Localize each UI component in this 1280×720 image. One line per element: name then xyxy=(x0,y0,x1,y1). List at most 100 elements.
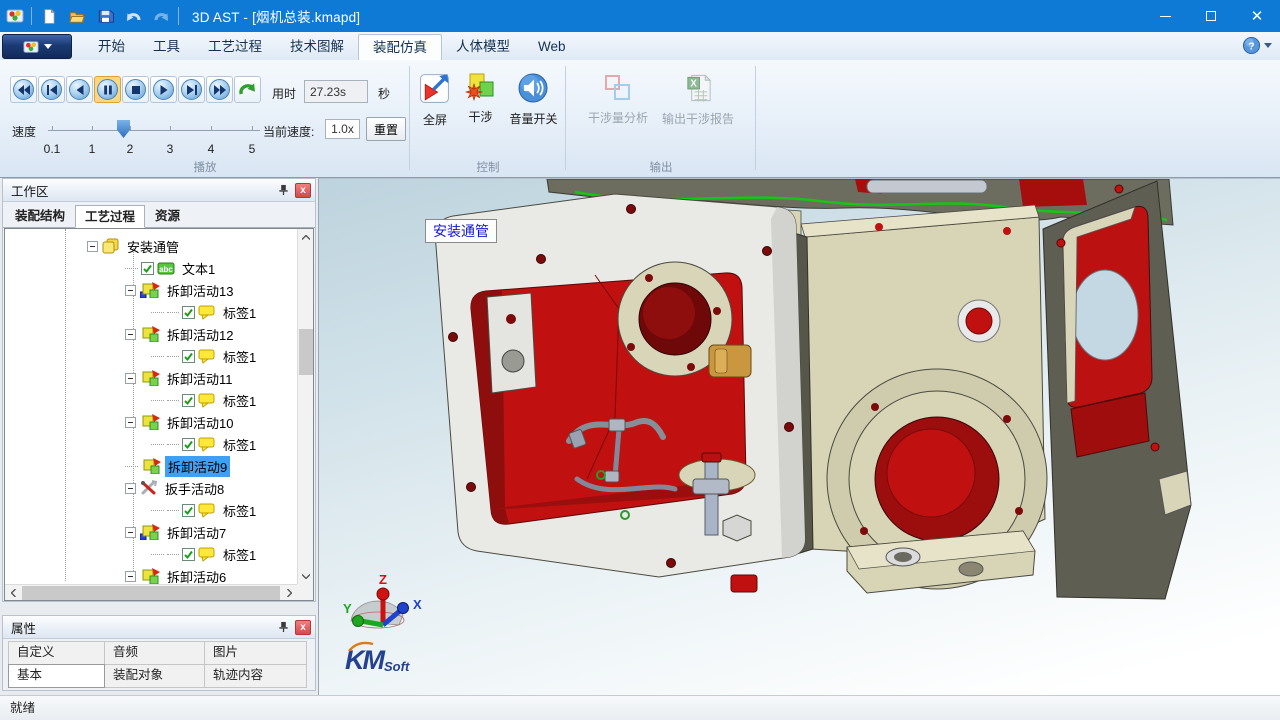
tree-expander[interactable] xyxy=(125,373,136,384)
ribbon-tab-2[interactable]: 工具 xyxy=(139,34,194,60)
help-button[interactable]: ? xyxy=(1242,36,1272,55)
checkbox[interactable] xyxy=(182,306,195,319)
tree-item-label[interactable]: 标签1 xyxy=(220,544,259,565)
properties-tab-2[interactable]: 音频 xyxy=(104,641,205,665)
redo-button[interactable] xyxy=(149,4,173,28)
tree-item-label[interactable]: 标签1 xyxy=(220,500,259,521)
reset-button[interactable]: 重置 xyxy=(366,117,406,141)
replay-button[interactable] xyxy=(234,76,261,103)
pin-button[interactable] xyxy=(274,619,292,636)
scroll-left-arrow[interactable] xyxy=(5,585,21,601)
tree-item[interactable]: 标签1 xyxy=(5,433,296,455)
scroll-right-arrow[interactable] xyxy=(281,585,297,601)
close-panel-button[interactable]: x xyxy=(295,620,311,635)
ribbon-tab-6[interactable]: 人体模型 xyxy=(442,34,524,60)
tree-item[interactable]: 标签1 xyxy=(5,301,296,323)
tree-item[interactable]: 安装通管 xyxy=(5,235,296,257)
ribbon-tab-5[interactable]: 装配仿真 xyxy=(358,34,442,60)
properties-tab-3[interactable]: 图片 xyxy=(204,641,307,665)
report-button[interactable]: X输出干涉报告 xyxy=(659,70,737,129)
tree-item-label[interactable]: 拆卸活动12 xyxy=(164,324,236,345)
checkbox[interactable] xyxy=(182,548,195,561)
tree-expander[interactable] xyxy=(125,483,136,494)
scrollbar-thumb[interactable] xyxy=(22,586,280,600)
checkbox[interactable] xyxy=(182,504,195,517)
checkbox[interactable] xyxy=(182,350,195,363)
tree-item-label[interactable]: 标签1 xyxy=(220,302,259,323)
ribbon-tab-3[interactable]: 工艺过程 xyxy=(194,34,276,60)
step-back-button[interactable] xyxy=(38,76,65,103)
pin-button[interactable] xyxy=(274,182,292,199)
undo-button[interactable] xyxy=(121,4,145,28)
tree-expander[interactable] xyxy=(87,241,98,252)
tree-item[interactable]: 拆卸活动7 xyxy=(5,521,296,543)
save-button[interactable] xyxy=(93,4,117,28)
vertical-scrollbar[interactable] xyxy=(297,229,313,584)
tree-item-label[interactable]: 安装通管 xyxy=(124,236,182,257)
play-backward-button[interactable] xyxy=(66,76,93,103)
checkbox[interactable] xyxy=(141,262,154,275)
current-speed-field[interactable]: 1.0x xyxy=(325,119,360,139)
workspace-tab-2[interactable]: 工艺过程 xyxy=(75,205,145,228)
scroll-up-arrow[interactable] xyxy=(298,229,314,245)
tree-item[interactable]: 扳手活动8 xyxy=(5,477,296,499)
tree-item-label[interactable]: 拆卸活动11 xyxy=(164,368,236,389)
analysis-button[interactable]: 干涉量分析 xyxy=(585,70,651,129)
jump-to-end-button[interactable] xyxy=(206,76,233,103)
workspace-tab-3[interactable]: 资源 xyxy=(145,204,190,227)
close-button[interactable]: ✕ xyxy=(1234,0,1280,32)
minimize-button[interactable] xyxy=(1142,0,1188,32)
tree-item[interactable]: 拆卸活动11 xyxy=(5,367,296,389)
ribbon-tab-7[interactable]: Web xyxy=(524,34,580,60)
tree-item[interactable]: 拆卸活动13 xyxy=(5,279,296,301)
tree-item[interactable]: abc文本1 xyxy=(5,257,296,279)
tree-item-label[interactable]: 标签1 xyxy=(220,390,259,411)
open-file-button[interactable] xyxy=(65,4,89,28)
properties-tab-5[interactable]: 装配对象 xyxy=(104,664,205,688)
speed-slider-thumb[interactable] xyxy=(117,120,130,138)
properties-tab-4[interactable]: 基本 xyxy=(8,664,105,688)
tree-item-label[interactable]: 拆卸活动7 xyxy=(164,522,229,543)
tree-item[interactable]: 拆卸活动12 xyxy=(5,323,296,345)
new-document-button[interactable] xyxy=(37,4,61,28)
tree-expander[interactable] xyxy=(125,329,136,340)
scrollbar-thumb[interactable] xyxy=(299,329,313,375)
properties-tab-1[interactable]: 自定义 xyxy=(8,641,105,665)
tree-item-label[interactable]: 标签1 xyxy=(220,434,259,455)
checkbox[interactable] xyxy=(182,394,195,407)
play-button[interactable] xyxy=(150,76,177,103)
maximize-button[interactable] xyxy=(1188,0,1234,32)
tree-item-label[interactable]: 拆卸活动9 xyxy=(165,456,230,477)
close-panel-button[interactable]: x xyxy=(295,183,311,198)
scroll-down-arrow[interactable] xyxy=(298,568,314,584)
ribbon-tab-1[interactable]: 开始 xyxy=(84,34,139,60)
fullscreen-button[interactable]: 全屏 xyxy=(415,70,454,130)
volume-button[interactable]: 音量开关 xyxy=(506,70,560,130)
tree-item-label[interactable]: 拆卸活动13 xyxy=(164,280,236,301)
tree-item[interactable]: 拆卸活动10 xyxy=(5,411,296,433)
tree-item[interactable]: 标签1 xyxy=(5,499,296,521)
viewport-3d[interactable]: 安装通管 Z X Y KM So xyxy=(318,178,1280,695)
jump-to-start-button[interactable] xyxy=(10,76,37,103)
tree-expander[interactable] xyxy=(125,571,136,582)
step-forward-button[interactable] xyxy=(178,76,205,103)
tree-expander[interactable] xyxy=(125,527,136,538)
application-menu-button[interactable] xyxy=(2,34,72,59)
properties-tab-6[interactable]: 轨迹内容 xyxy=(204,664,307,688)
tree-item-label[interactable]: 扳手活动8 xyxy=(162,478,227,499)
tree-item[interactable]: 拆卸活动9 xyxy=(5,455,296,477)
tree-expander[interactable] xyxy=(125,417,136,428)
tree-item[interactable]: 标签1 xyxy=(5,345,296,367)
ribbon-tab-4[interactable]: 技术图解 xyxy=(276,34,358,60)
elapsed-time-field[interactable]: 27.23s xyxy=(304,80,368,103)
workspace-tab-1[interactable]: 装配结构 xyxy=(5,204,75,227)
checkbox[interactable] xyxy=(182,438,195,451)
speed-slider-track[interactable] xyxy=(48,130,260,131)
horizontal-scrollbar[interactable] xyxy=(5,584,297,600)
stop-button[interactable] xyxy=(122,76,149,103)
tree-item-label[interactable]: 拆卸活动10 xyxy=(164,412,236,433)
tree-item-label[interactable]: 文本1 xyxy=(179,258,218,279)
interference-button[interactable]: 干涉 xyxy=(462,70,498,130)
pause-button[interactable] xyxy=(94,76,121,103)
tree-expander[interactable] xyxy=(125,285,136,296)
